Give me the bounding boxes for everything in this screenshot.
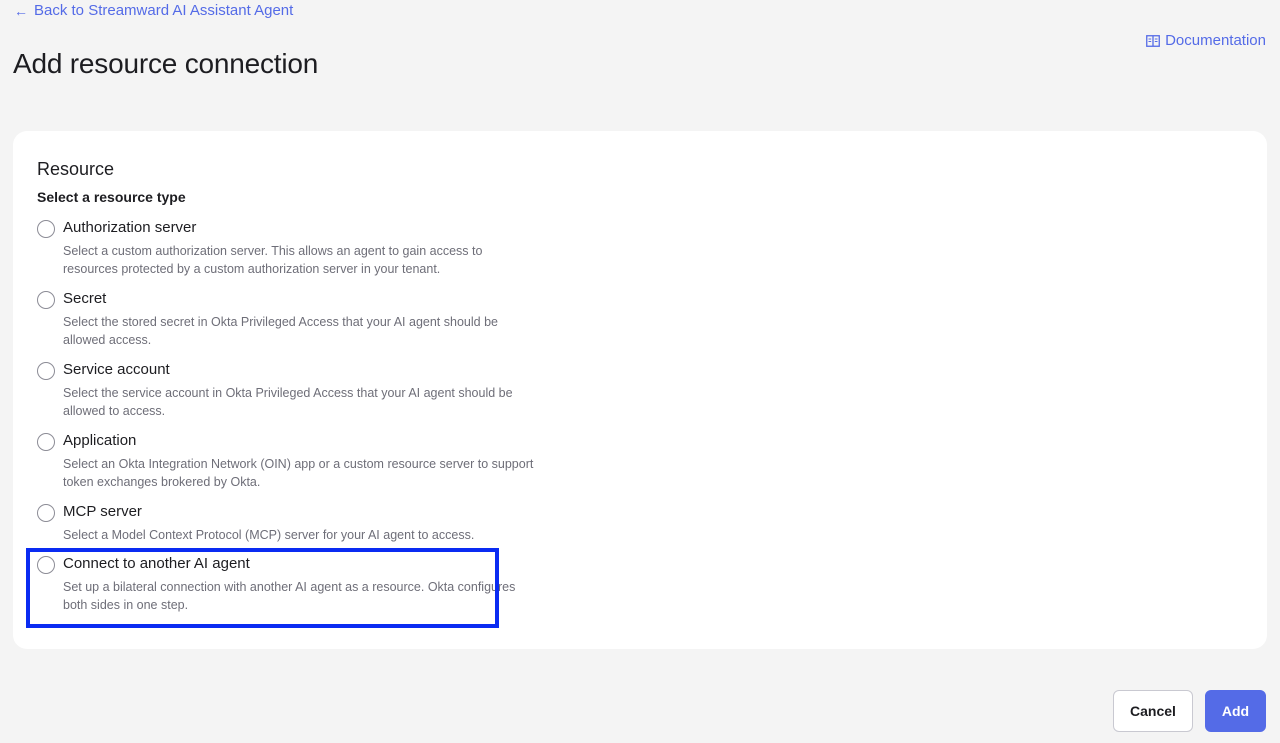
option-description: Select an Okta Integration Network (OIN)… (63, 457, 534, 489)
radio-application[interactable] (37, 433, 55, 451)
book-icon (1146, 35, 1160, 47)
option-label[interactable]: Connect to another AI agent (63, 554, 537, 574)
option-description: Select a Model Context Protocol (MCP) se… (63, 528, 475, 542)
option-description: Select the service account in Okta Privi… (63, 386, 513, 418)
radio-secret[interactable] (37, 291, 55, 309)
option-description: Select the stored secret in Okta Privile… (63, 315, 498, 347)
option-authorization-server[interactable]: Authorization server Select a custom aut… (37, 218, 537, 289)
resource-type-radio-group: Authorization server Select a custom aut… (37, 218, 537, 625)
radio-connect-ai-agent[interactable] (37, 556, 55, 574)
back-link[interactable]: ← Back to Streamward AI Assistant Agent (14, 2, 293, 20)
option-label[interactable]: Service account (63, 360, 537, 380)
option-label[interactable]: Application (63, 431, 537, 451)
page-title: Add resource connection (13, 48, 319, 79)
documentation-label: Documentation (1165, 32, 1266, 49)
resource-card: Resource Select a resource type Authoriz… (13, 131, 1267, 649)
option-mcp-server[interactable]: MCP server Select a Model Context Protoc… (37, 502, 537, 554)
radio-service-account[interactable] (37, 362, 55, 380)
documentation-link[interactable]: Documentation (1146, 32, 1266, 50)
page: ← Back to Streamward AI Assistant Agent … (0, 0, 1280, 743)
option-secret[interactable]: Secret Select the stored secret in Okta … (37, 289, 537, 360)
option-label[interactable]: Secret (63, 289, 537, 309)
back-link-label: Back to Streamward AI Assistant Agent (34, 2, 294, 19)
option-label[interactable]: MCP server (63, 502, 537, 522)
cancel-button[interactable]: Cancel (1113, 690, 1193, 732)
section-title: Resource (37, 159, 115, 179)
option-connect-ai-agent[interactable]: Connect to another AI agent Set up a bil… (37, 554, 537, 625)
resource-type-legend: Select a resource type (37, 189, 186, 205)
option-service-account[interactable]: Service account Select the service accou… (37, 360, 537, 431)
option-label[interactable]: Authorization server (63, 218, 537, 238)
option-description: Select a custom authorization server. Th… (63, 244, 483, 276)
radio-mcp-server[interactable] (37, 504, 55, 522)
radio-authorization-server[interactable] (37, 220, 55, 238)
option-application[interactable]: Application Select an Okta Integration N… (37, 431, 537, 502)
option-description: Set up a bilateral connection with anoth… (63, 580, 516, 612)
back-arrow-icon: ← (14, 3, 28, 19)
add-button[interactable]: Add (1205, 690, 1266, 732)
